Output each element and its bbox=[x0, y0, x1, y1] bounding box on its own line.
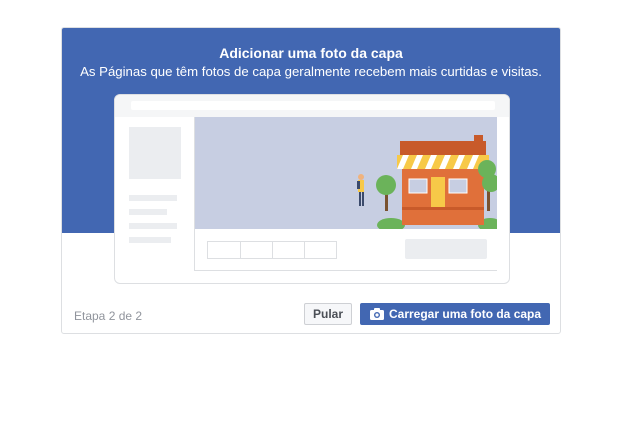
step-indicator: Etapa 2 de 2 bbox=[74, 309, 143, 323]
preview-tabs bbox=[207, 241, 337, 259]
preview-top-bar bbox=[115, 95, 509, 117]
cover-photo-dialog: Adicionar uma foto da capa As Páginas qu… bbox=[61, 27, 561, 334]
preview-search-bar bbox=[131, 101, 495, 110]
preview-sidebar-line bbox=[129, 195, 177, 201]
skip-button[interactable]: Pular bbox=[304, 303, 352, 325]
camera-icon bbox=[370, 308, 384, 320]
preview-sidebar-line bbox=[129, 237, 171, 243]
upload-cover-photo-button[interactable]: Carregar uma foto da capa bbox=[360, 303, 550, 325]
dialog-title: Adicionar uma foto da capa bbox=[219, 45, 403, 61]
dialog-subtitle: As Páginas que têm fotos de capa geralme… bbox=[80, 64, 542, 79]
preview-profile-picture bbox=[129, 127, 181, 179]
preview-cover-area bbox=[195, 117, 502, 232]
preview-divider bbox=[194, 270, 497, 271]
preview-action-button bbox=[405, 239, 487, 259]
preview-sidebar-line bbox=[129, 209, 167, 215]
storefront-illustration bbox=[357, 135, 502, 232]
page-preview-illustration bbox=[114, 94, 510, 284]
preview-sidebar-line bbox=[129, 223, 177, 229]
upload-button-label: Carregar uma foto da capa bbox=[389, 307, 542, 321]
